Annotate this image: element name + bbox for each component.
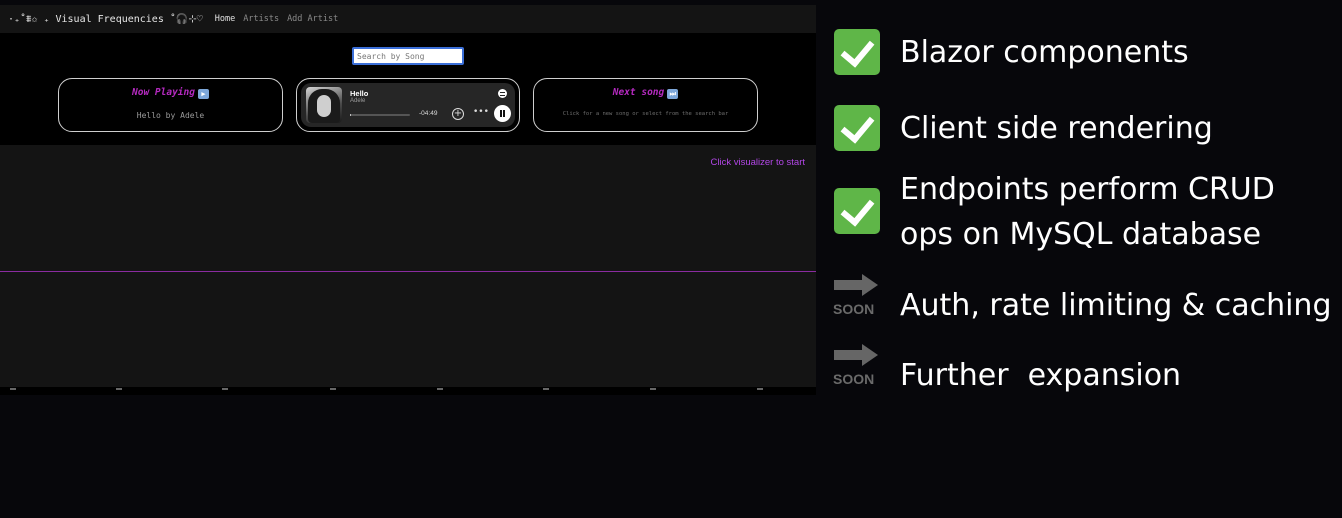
skip-next-icon: ⏭ <box>667 89 679 99</box>
check-icon <box>834 29 880 75</box>
player-card: Hello Adele -04:49 + ••• <box>296 78 520 132</box>
arrow-right-icon: SOON <box>832 274 882 317</box>
now-playing-heading: Now Playing ▶ <box>59 87 282 99</box>
time-remaining: -04:49 <box>419 110 438 117</box>
soon-badge: SOON <box>833 301 875 317</box>
nav-add-artist-link[interactable]: Add Artist <box>287 14 338 24</box>
more-options-icon[interactable]: ••• <box>473 107 489 117</box>
track-title: Hello <box>350 89 369 98</box>
visualizer-hint: Click visualizer to start <box>710 157 806 168</box>
brand-title[interactable]: ·₊˚⩩✩ ₊ Visual Frequencies ˚🎧⊹♡ <box>8 14 203 25</box>
top-navbar: ·₊˚⩩✩ ₊ Visual Frequencies ˚🎧⊹♡ Home Art… <box>0 5 816 33</box>
check-icon <box>834 105 880 151</box>
visualizer-canvas[interactable]: Click visualizer to start <box>0 145 816 387</box>
next-song-hint: Click for a new song or select from the … <box>562 111 729 117</box>
app-window: ·₊˚⩩✩ ₊ Visual Frequencies ˚🎧⊹♡ Home Art… <box>0 5 816 395</box>
track-artist[interactable]: Adele <box>350 98 365 104</box>
soon-badge: SOON <box>833 371 875 387</box>
play-icon: ▶ <box>197 89 209 99</box>
add-icon[interactable]: + <box>452 108 464 120</box>
spotify-icon[interactable] <box>498 89 507 98</box>
now-playing-card: Now Playing ▶ Hello by Adele <box>58 78 283 132</box>
spotify-player: Hello Adele -04:49 + ••• <box>301 83 515 127</box>
next-song-card[interactable]: Next song ⏭ Click for a new song or selec… <box>533 78 758 132</box>
feature-text: Blazor components <box>900 35 1189 70</box>
arrow-right-icon: SOON <box>832 344 882 387</box>
next-song-heading: Next song ⏭ <box>534 87 757 99</box>
now-playing-song: Hello by Adele <box>136 111 205 120</box>
feature-text: Further expansion <box>900 358 1182 393</box>
feature-text: Endpoints perform CRUD <box>900 172 1275 207</box>
progress-fill <box>350 114 352 116</box>
nav-artists-link[interactable]: Artists <box>243 14 279 24</box>
search-input[interactable] <box>352 47 464 65</box>
pause-icon[interactable] <box>494 105 511 122</box>
nav-home-link[interactable]: Home <box>215 14 235 24</box>
feature-text: ops on MySQL database <box>900 217 1262 252</box>
album-cover <box>306 87 342 123</box>
feature-text: Client side rendering <box>900 111 1213 146</box>
progress-bar[interactable] <box>350 114 410 116</box>
check-icon <box>834 188 880 234</box>
feature-text: Auth, rate limiting & caching <box>900 288 1332 323</box>
frequency-axis <box>0 387 816 395</box>
waveform-line <box>0 271 816 272</box>
